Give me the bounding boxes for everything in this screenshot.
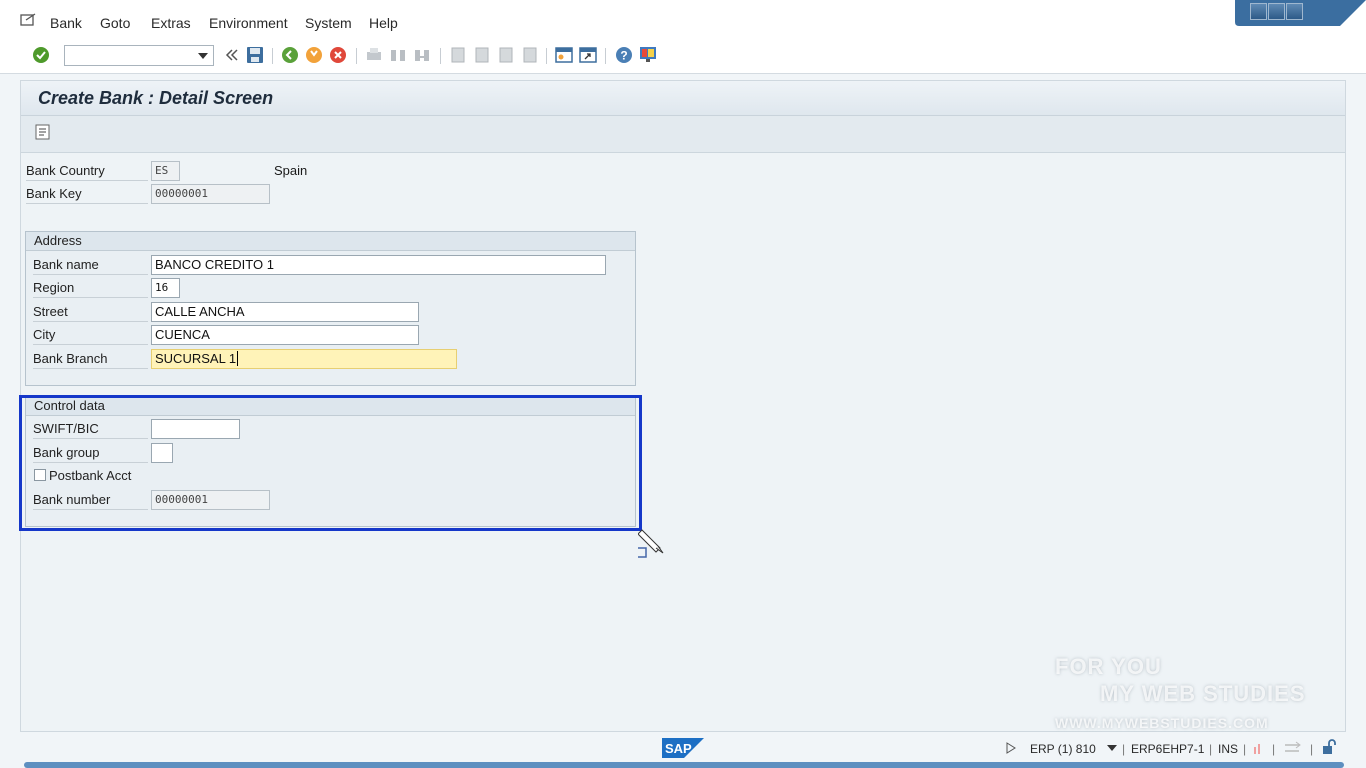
chevron-left-double-icon[interactable] — [222, 45, 242, 65]
status-separator: | — [1310, 742, 1314, 756]
find-icon[interactable] — [388, 45, 408, 65]
menu-help[interactable]: Help — [369, 15, 398, 31]
close-window-button[interactable] — [1286, 3, 1303, 20]
menu-bank[interactable]: Bank — [50, 15, 82, 31]
bank-branch-field[interactable]: SUCURSAL 1 — [151, 349, 457, 369]
detail-view-icon[interactable] — [35, 124, 51, 140]
help-icon[interactable]: ? — [614, 45, 634, 65]
system-info: ERP (1) 810 — [1030, 742, 1096, 756]
connection-icon — [1285, 741, 1301, 752]
street-field[interactable]: CALLE ANCHA — [151, 302, 419, 322]
system-menu-icon[interactable] — [20, 13, 36, 27]
menu-extras[interactable]: Extras — [151, 15, 191, 31]
application-toolbar — [21, 116, 1345, 153]
text-cursor — [237, 351, 239, 366]
window-controls — [1235, 0, 1366, 30]
exit-icon[interactable] — [304, 45, 324, 65]
print-icon[interactable] — [364, 45, 384, 65]
bank-name-label: Bank name — [33, 255, 148, 275]
watermark-line-2: MY WEB STUDIES — [1100, 681, 1306, 706]
status-separator: | — [1272, 742, 1276, 756]
watermark-line-3: WWW.MYWEBSTUDIES.COM — [1055, 715, 1269, 731]
next-page-icon[interactable] — [496, 45, 516, 65]
bank-country-label: Bank Country — [26, 161, 148, 181]
pencil-cursor-icon — [638, 529, 664, 558]
bottom-strip — [24, 762, 1344, 768]
menu-environment[interactable]: Environment — [209, 15, 288, 31]
command-field[interactable] — [64, 45, 214, 66]
watermark-line-1: FOR YOU — [1055, 654, 1162, 679]
menu-goto[interactable]: Goto — [100, 15, 130, 31]
status-separator: | — [1243, 742, 1247, 756]
region-field[interactable]: 16 — [151, 278, 180, 298]
toolbar-separator — [356, 48, 357, 64]
performance-icon — [1254, 744, 1260, 754]
address-group-title: Address — [26, 232, 635, 251]
bank-key-label: Bank Key — [26, 184, 148, 204]
bank-branch-value: SUCURSAL 1 — [155, 351, 237, 366]
toolbar-separator — [440, 48, 441, 64]
play-icon[interactable] — [1006, 742, 1016, 754]
last-page-icon[interactable] — [520, 45, 540, 65]
toolbar-separator — [605, 48, 606, 64]
page-title: Create Bank : Detail Screen — [38, 88, 274, 108]
cancel-icon[interactable] — [328, 45, 348, 65]
server-info: ERP6EHP7-1 — [1131, 742, 1205, 756]
svg-text:?: ? — [620, 49, 627, 63]
lock-icon[interactable] — [1321, 739, 1339, 755]
toolbar-separator — [272, 48, 273, 64]
chevron-down-icon[interactable] — [198, 53, 208, 59]
insert-mode: INS — [1218, 742, 1239, 756]
toolbar-separator — [546, 48, 547, 64]
bank-country-name: Spain — [274, 163, 308, 178]
city-label: City — [33, 325, 148, 345]
city-field[interactable]: CUENCA — [151, 325, 419, 345]
enter-icon[interactable] — [31, 45, 51, 65]
find-next-icon[interactable] — [412, 45, 432, 65]
bank-branch-label: Bank Branch — [33, 349, 148, 369]
menu-bar: Bank Goto Extras Environment System Help — [0, 0, 1366, 41]
create-session-icon[interactable] — [554, 45, 574, 65]
menu-system[interactable]: System — [305, 15, 352, 31]
status-separator: | — [1209, 742, 1213, 756]
previous-page-icon[interactable] — [472, 45, 492, 65]
maximize-button[interactable] — [1268, 3, 1285, 20]
standard-toolbar: ? — [0, 40, 1366, 74]
street-label: Street — [33, 302, 148, 322]
customize-layout-icon[interactable] — [638, 45, 658, 65]
status-separator: | — [1122, 742, 1126, 756]
highlight-box — [19, 395, 642, 531]
save-icon[interactable] — [245, 45, 265, 65]
shortcut-icon[interactable] — [578, 45, 598, 65]
chevron-down-icon[interactable] — [1107, 745, 1117, 752]
first-page-icon[interactable] — [448, 45, 468, 65]
minimize-button[interactable] — [1250, 3, 1267, 20]
region-label: Region — [33, 278, 148, 298]
svg-text:SAP: SAP — [665, 741, 692, 756]
bank-country-field[interactable]: ES — [151, 161, 180, 181]
bank-name-field[interactable]: BANCO CREDITO 1 — [151, 255, 606, 275]
sap-logo-icon: SAP — [662, 738, 704, 758]
back-icon[interactable] — [280, 45, 300, 65]
bank-key-field[interactable]: 00000001 — [151, 184, 270, 204]
title-bar: Create Bank : Detail Screen — [21, 81, 1345, 116]
